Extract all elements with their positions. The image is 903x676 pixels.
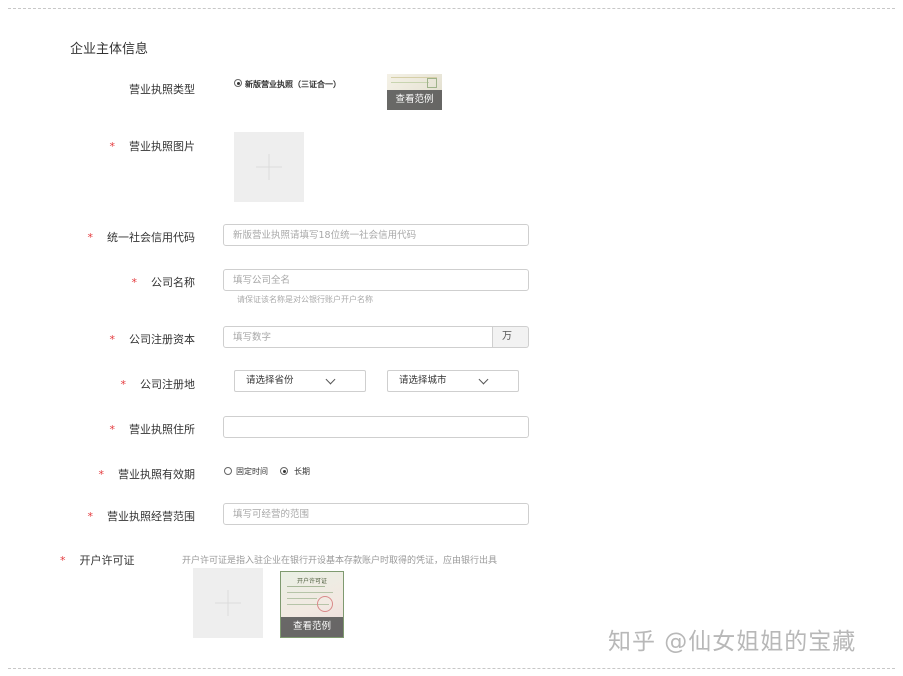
- scope-input[interactable]: [223, 503, 529, 525]
- sample-line: [391, 82, 429, 83]
- permit-description: 开户许可证是指入驻企业在银行开设基本存款账户时取得的凭证，应由银行出具: [182, 556, 498, 566]
- validity-fixed-radio[interactable]: [224, 467, 232, 475]
- plus-icon: [227, 590, 229, 616]
- validity-fixed-label: 固定时间: [236, 467, 268, 476]
- plus-icon: [268, 154, 270, 180]
- required-mark: *: [87, 231, 94, 244]
- permit-label: * 开户许可证: [60, 552, 135, 568]
- permit-sample-caption: 查看范例: [281, 617, 343, 637]
- company-name-label: * 公司名称: [132, 274, 196, 290]
- capital-label: * 公司注册资本: [110, 331, 196, 347]
- required-mark: *: [109, 423, 116, 436]
- scope-label: * 营业执照经营范围: [88, 508, 196, 524]
- required-mark: *: [60, 554, 66, 567]
- validity-label: * 营业执照有效期: [99, 466, 196, 482]
- license-sample-caption: 查看范例: [387, 90, 442, 110]
- capital-input[interactable]: [223, 326, 493, 348]
- address-label-text: 营业执照住所: [129, 423, 195, 436]
- address-input[interactable]: [223, 416, 529, 438]
- location-label: * 公司注册地: [121, 376, 196, 392]
- permit-sample-thumbnail[interactable]: 开户许可证 查看范例: [280, 571, 344, 638]
- validity-label-text: 营业执照有效期: [118, 468, 195, 481]
- license-image-label: * 营业执照图片: [110, 138, 196, 154]
- license-type-option: 新版营业执照（三证合一）: [245, 80, 341, 89]
- capital-label-text: 公司注册资本: [129, 333, 195, 346]
- sample-line: [287, 598, 317, 599]
- province-select-value: 请选择省份: [246, 375, 294, 386]
- license-image-label-text: 营业执照图片: [129, 140, 195, 153]
- chevron-down-icon: [478, 374, 489, 385]
- stamp-icon: [317, 596, 333, 612]
- company-name-input[interactable]: [223, 269, 529, 291]
- company-name-hint: 请保证该名称是对公银行账户开户名称: [237, 295, 373, 304]
- required-mark: *: [109, 333, 116, 346]
- address-label: * 营业执照住所: [110, 421, 196, 437]
- license-type-label: 营业执照类型: [129, 81, 195, 97]
- validity-long-label: 长期: [294, 467, 310, 476]
- credit-code-label-text: 统一社会信用代码: [107, 231, 195, 244]
- sample-seal: [427, 78, 437, 88]
- watermark: 知乎 @仙女姐姐的宝藏: [608, 629, 857, 655]
- chevron-down-icon: [325, 374, 336, 385]
- top-divider: [8, 8, 895, 9]
- required-mark: *: [109, 140, 116, 153]
- license-sample-thumbnail[interactable]: 查看范例: [387, 74, 442, 110]
- credit-code-input[interactable]: [223, 224, 529, 246]
- validity-long-radio[interactable]: [280, 467, 288, 475]
- permit-upload[interactable]: [193, 568, 263, 638]
- required-mark: *: [131, 276, 138, 289]
- scope-label-text: 营业执照经营范围: [107, 510, 195, 523]
- permit-sample-heading: 开户许可证: [296, 578, 327, 585]
- section-title: 企业主体信息: [70, 42, 149, 57]
- bottom-divider: [8, 668, 895, 669]
- required-mark: *: [87, 510, 94, 523]
- company-name-label-text: 公司名称: [151, 276, 195, 289]
- sample-line: [287, 592, 333, 593]
- license-type-label-text: 营业执照类型: [129, 83, 195, 96]
- location-label-text: 公司注册地: [140, 378, 195, 391]
- city-select[interactable]: 请选择城市: [387, 370, 519, 392]
- city-select-value: 请选择城市: [399, 375, 447, 386]
- license-type-radio[interactable]: [234, 79, 242, 87]
- permit-label-text: 开户许可证: [79, 554, 135, 567]
- capital-unit: 万: [493, 326, 529, 348]
- license-image-upload[interactable]: [234, 132, 304, 202]
- required-mark: *: [98, 468, 105, 481]
- required-mark: *: [120, 378, 127, 391]
- credit-code-label: * 统一社会信用代码: [88, 229, 196, 245]
- province-select[interactable]: 请选择省份: [234, 370, 366, 392]
- sample-line: [287, 586, 325, 587]
